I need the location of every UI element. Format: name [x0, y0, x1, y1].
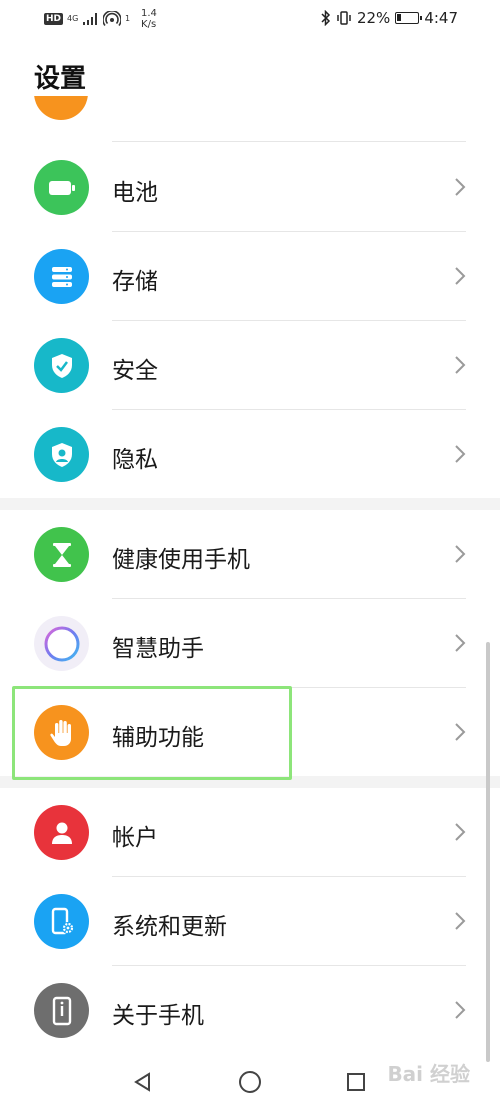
back-button[interactable] [131, 1070, 155, 1094]
settings-item-smart-assistant[interactable]: 智慧助手 [0, 599, 500, 688]
settings-item-label: 存储 [112, 269, 158, 295]
settings-item-label: 电池 [112, 180, 158, 206]
settings-item-privacy[interactable]: 隐私 [0, 410, 500, 499]
chevron-right-icon [455, 445, 466, 463]
settings-item-label: 智慧助手 [112, 636, 204, 662]
settings-item-battery[interactable]: 电池 [0, 143, 500, 232]
hd-badge: HD [44, 13, 64, 25]
storage-icon [34, 249, 89, 304]
settings-item-label: 安全 [112, 358, 158, 384]
phone-gear-icon [34, 894, 89, 949]
partial-list-item[interactable] [0, 96, 500, 142]
watermark: Bai 经验 [387, 1062, 470, 1086]
settings-item-storage[interactable]: 存储 [0, 232, 500, 321]
status-bar: HD 4G 1 1.4 K/s 22% 4:47 [0, 0, 500, 38]
status-right: 22% 4:47 [321, 9, 458, 27]
recents-button[interactable] [344, 1070, 368, 1094]
settings-item-label: 帐户 [112, 825, 158, 851]
back-triangle-icon [134, 1072, 150, 1092]
hotspot-count: 1 [125, 14, 131, 23]
chevron-right-icon [455, 356, 466, 374]
vibrate-icon [337, 11, 351, 25]
page-title: 设置 [34, 64, 87, 94]
highlight-box [12, 686, 292, 780]
shield-check-icon [34, 338, 89, 393]
network-speed: 1.4 K/s [141, 8, 171, 30]
home-button[interactable] [238, 1070, 262, 1094]
battery-icon [34, 160, 89, 215]
scrollbar[interactable] [486, 642, 490, 1062]
home-circle-icon [239, 1071, 261, 1093]
signal-icon [83, 13, 98, 25]
settings-item-system-update[interactable]: 系统和更新 [0, 877, 500, 966]
divider [112, 141, 466, 142]
battery-percent: 22% [356, 9, 391, 27]
settings-item-label: 健康使用手机 [112, 547, 250, 573]
speed-value: 1.4 [141, 8, 157, 19]
chevron-right-icon [455, 545, 466, 563]
chevron-right-icon [455, 267, 466, 285]
person-icon [34, 805, 89, 860]
bluetooth-icon [321, 10, 331, 26]
battery-level-fill [397, 14, 402, 21]
chevron-right-icon [455, 912, 466, 930]
battery-status-icon [395, 12, 423, 24]
settings-item-label: 系统和更新 [112, 914, 227, 940]
chevron-right-icon [455, 823, 466, 841]
clock: 4:47 [424, 9, 458, 27]
network-type: 4G [67, 14, 79, 23]
settings-item-label: 关于手机 [112, 1003, 204, 1029]
recents-square-icon [347, 1073, 365, 1091]
chevron-right-icon [455, 1001, 466, 1019]
privacy-shield-icon [34, 427, 89, 482]
settings-item-account[interactable]: 帐户 [0, 788, 500, 877]
chevron-right-icon [455, 634, 466, 652]
chevron-right-icon [455, 178, 466, 196]
speed-unit: K/s [141, 19, 157, 30]
hotspot-icon [103, 11, 122, 27]
settings-item-about-phone[interactable]: 关于手机 [0, 966, 500, 1055]
chevron-right-icon [455, 723, 466, 741]
settings-item-label: 隐私 [112, 447, 158, 473]
settings-item-digital-balance[interactable]: 健康使用手机 [0, 510, 500, 599]
settings-item-security[interactable]: 安全 [0, 321, 500, 410]
partial-item-icon [34, 96, 88, 120]
assistant-ring-icon [34, 616, 89, 671]
section-gap [0, 498, 500, 510]
status-left: HD 4G 1 1.4 K/s [44, 8, 171, 30]
phone-info-icon [34, 983, 89, 1038]
hourglass-icon [34, 527, 89, 582]
